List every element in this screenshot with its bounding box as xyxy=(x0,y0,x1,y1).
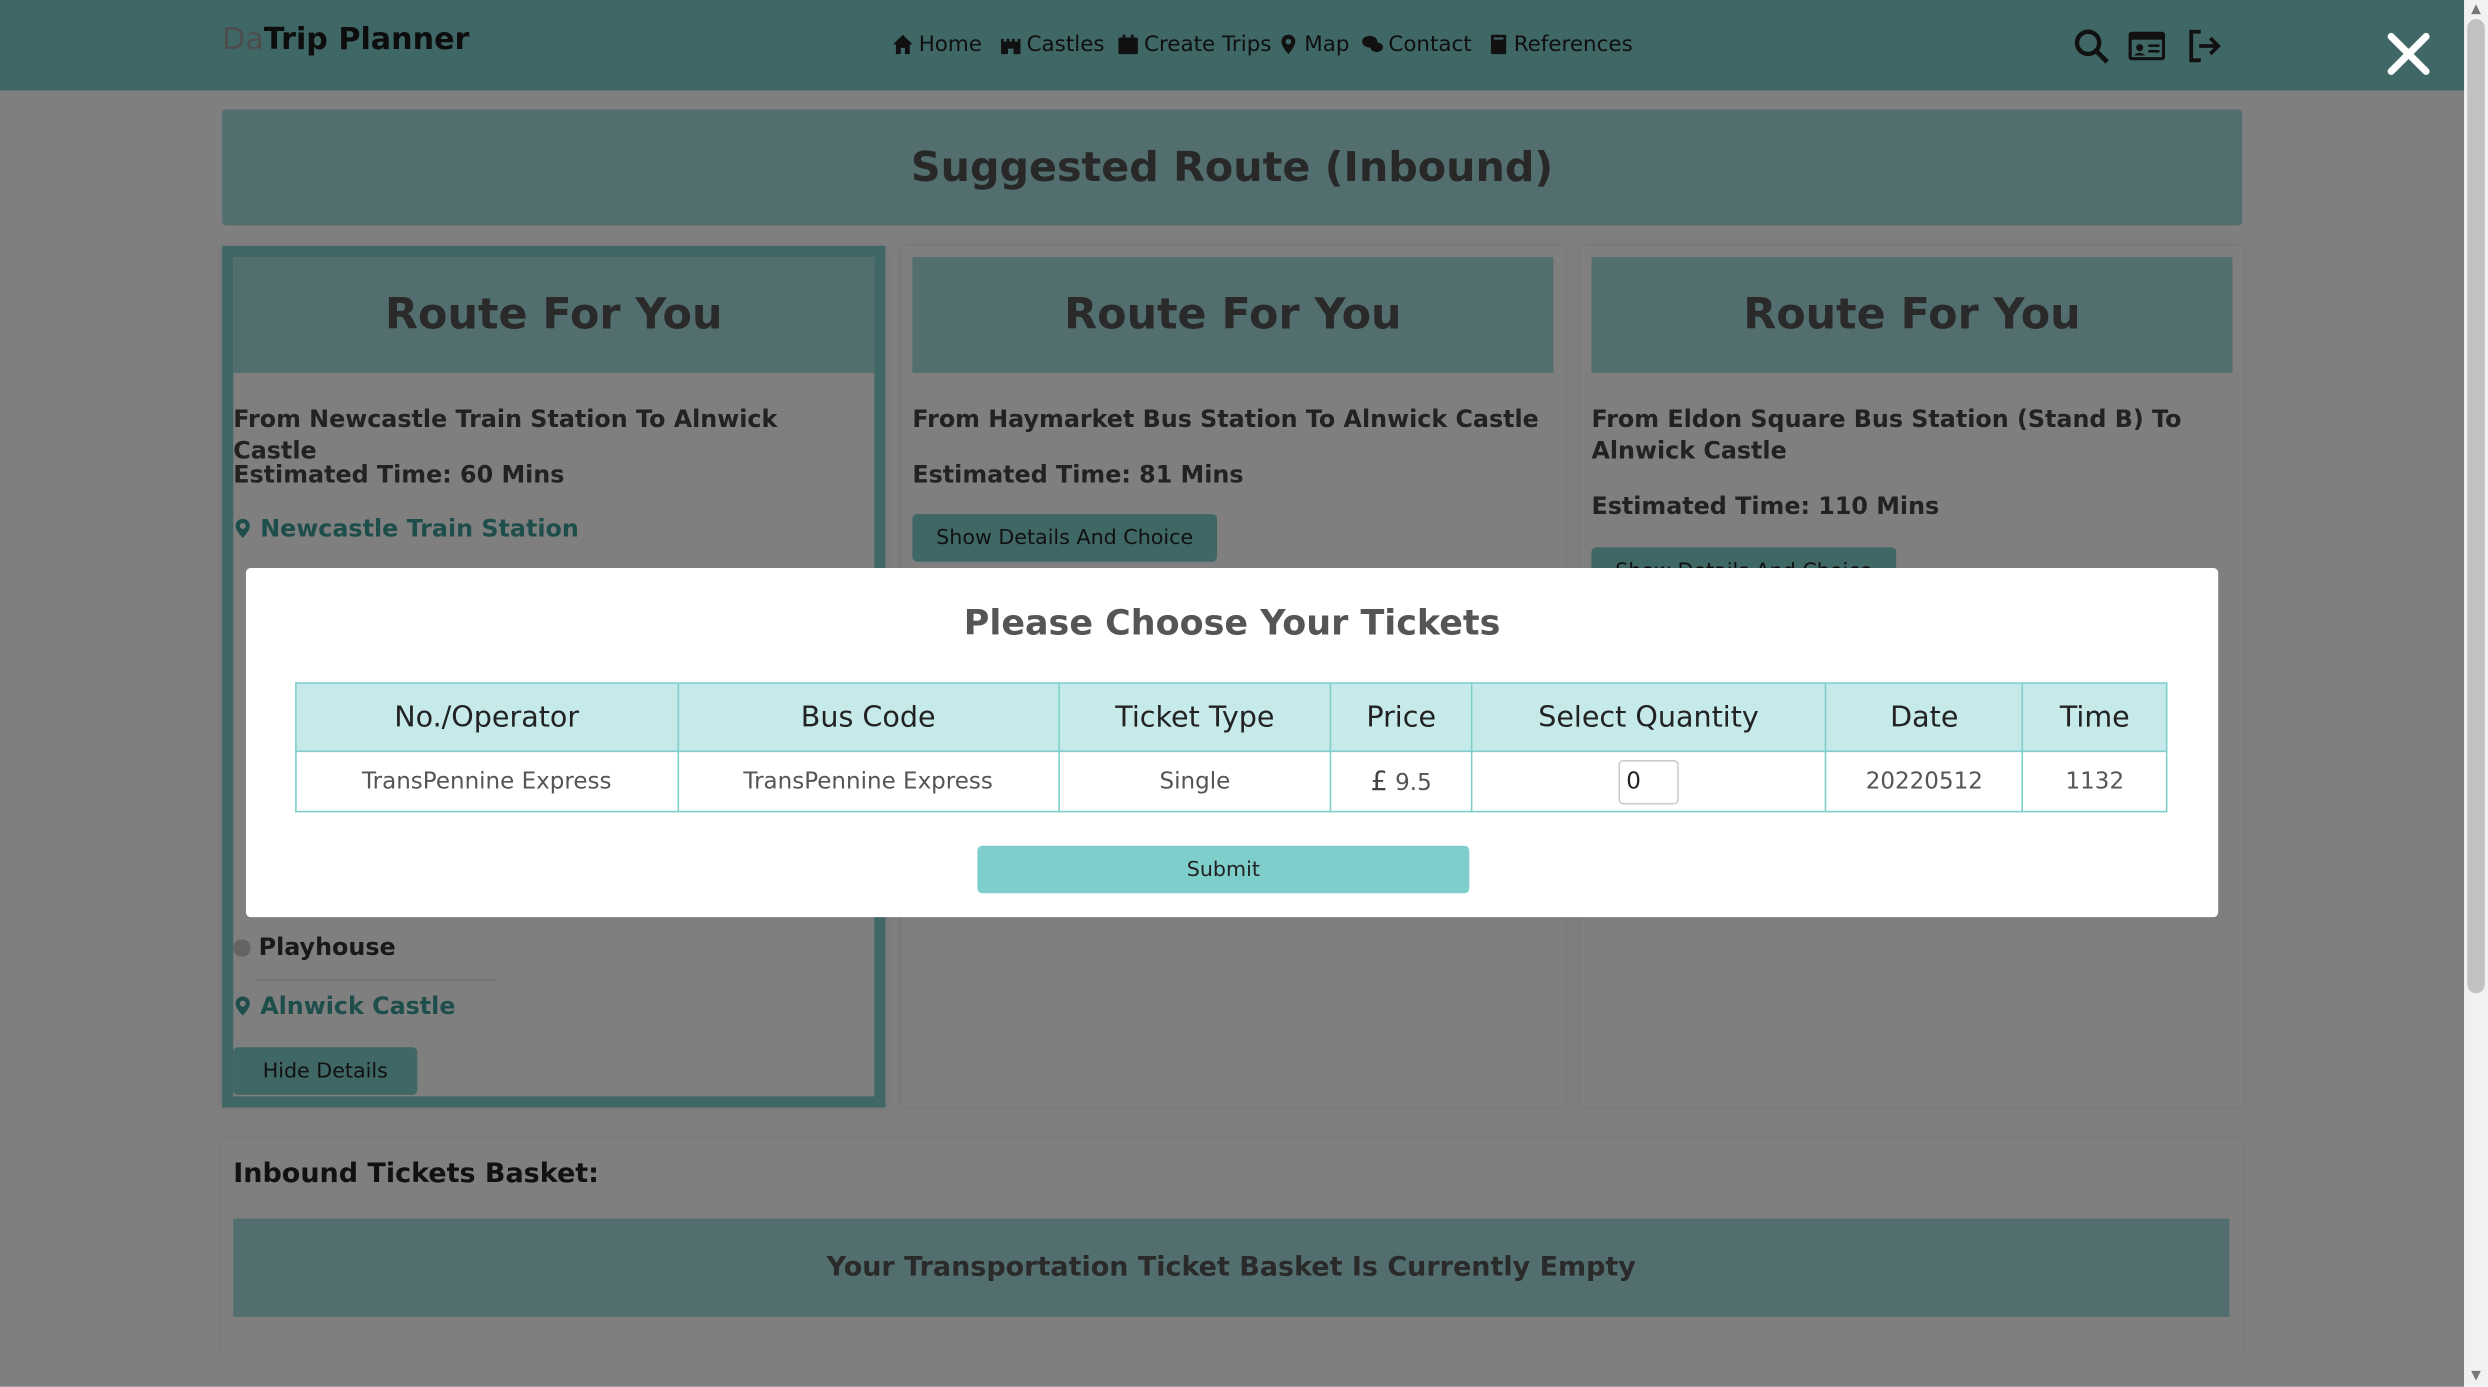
cell-operator: TransPennine Express xyxy=(295,750,679,813)
cell-price: £ 9.5 xyxy=(1330,750,1473,813)
column-header: Time xyxy=(2022,682,2168,753)
modal-title: Please Choose Your Tickets xyxy=(963,604,1501,645)
scroll-down-icon[interactable]: ▼ xyxy=(2467,1368,2484,1384)
scroll-up-icon[interactable]: ▲ xyxy=(2467,2,2484,18)
cell-ticket-type: Single xyxy=(1057,750,1332,813)
column-header: Price xyxy=(1330,682,1473,753)
cell-time: 1132 xyxy=(2022,750,2168,813)
cell-bus-code: TransPennine Express xyxy=(676,750,1060,813)
column-header: No./Operator xyxy=(295,682,679,753)
price-value: 9.5 xyxy=(1395,770,1432,796)
quantity-input[interactable] xyxy=(1618,759,1679,804)
submit-button[interactable]: Submit xyxy=(977,845,1470,894)
close-icon[interactable] xyxy=(2383,29,2434,80)
table-row: TransPennine Express TransPennine Expres… xyxy=(295,750,2168,813)
table-header-row: No./Operator Bus Code Ticket Type Price … xyxy=(295,682,2168,753)
cell-quantity xyxy=(1470,750,1827,813)
column-header: Bus Code xyxy=(676,682,1060,753)
column-header: Select Quantity xyxy=(1470,682,1827,753)
page-root: DaTrip Planner Home Castles Create Trips… xyxy=(0,0,2488,1387)
column-header: Ticket Type xyxy=(1057,682,1332,753)
scrollbar-thumb[interactable] xyxy=(2467,19,2485,994)
cell-date: 20220512 xyxy=(1824,750,2024,813)
pound-icon: £ xyxy=(1370,765,1388,798)
ticket-table: No./Operator Bus Code Ticket Type Price … xyxy=(295,682,2168,813)
column-header: Date xyxy=(1824,682,2024,753)
